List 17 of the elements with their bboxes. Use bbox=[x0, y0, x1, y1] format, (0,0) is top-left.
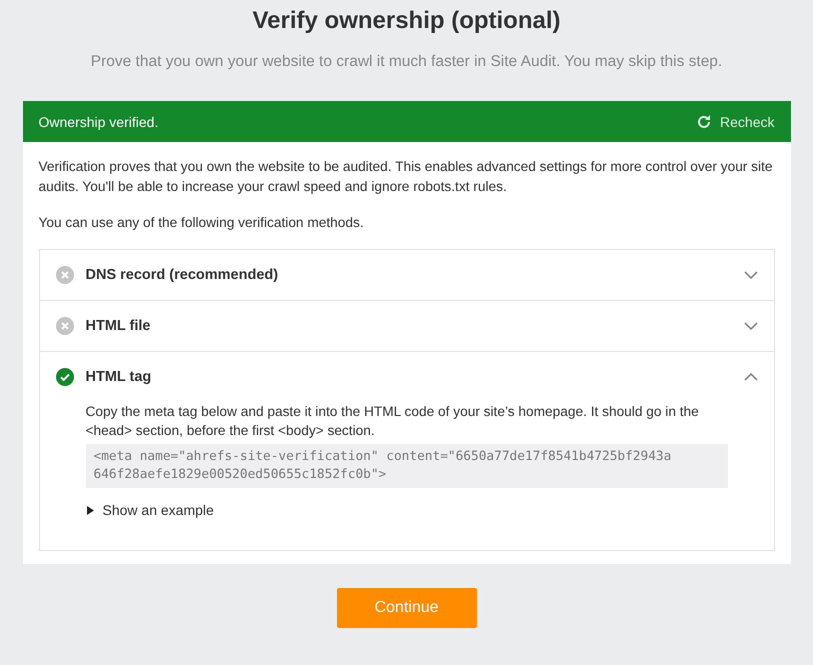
methods-text: You can use any of the following verification methods. bbox=[38, 214, 365, 232]
triangle-icon bbox=[86, 506, 94, 514]
chevron-up-icon bbox=[744, 372, 758, 382]
page-subtitle: Prove that you own your website to crawl it much faster in Site Audit. You may skip this step. bbox=[90, 52, 724, 72]
chevron-down-icon bbox=[744, 270, 758, 280]
code-block: <meta name="ahrefs-site-verification" content="6650a77de17f8541b4725bf2943a646f28aefe1829e00520ed50655c1852fc0b"> bbox=[86, 444, 728, 488]
chevron-down-icon bbox=[744, 321, 758, 331]
method-header[interactable]: HTML file bbox=[40, 301, 774, 351]
refresh-icon bbox=[696, 114, 712, 130]
recheck-button[interactable]: Recheck bbox=[696, 114, 774, 130]
description-text: Verification proves that you own the website to be audited. This enables advanced settings for more control over your site audits. You'll be able to increase your crawl speed and ignore robots.txt rules. bbox=[38, 158, 774, 196]
method-header[interactable]: DNS record (recommended) bbox=[40, 250, 774, 300]
method-header[interactable]: HTML tag bbox=[40, 352, 774, 402]
status-message: Ownership verified. bbox=[38, 114, 158, 130]
show-example-toggle[interactable]: Show an example bbox=[86, 502, 214, 518]
page-title: Verify ownership (optional) bbox=[251, 6, 562, 36]
instructions-text: Copy the meta tag below and paste it into the HTML code of your site’s homepage. It should go in the <head> section, before the first <body> section. bbox=[86, 403, 700, 440]
